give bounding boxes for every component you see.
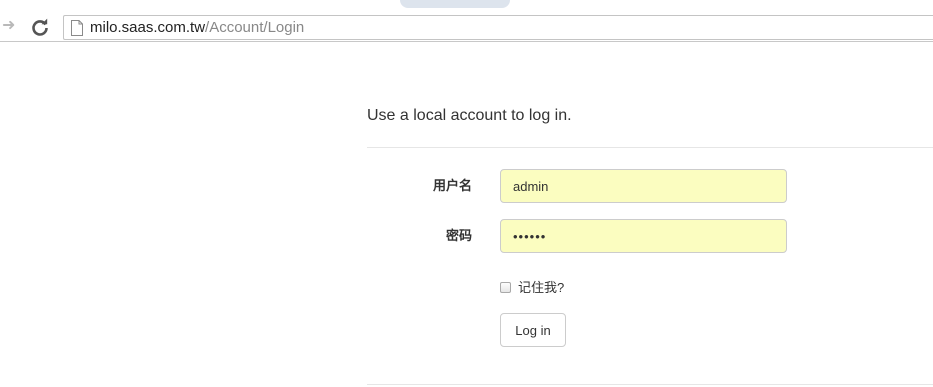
username-label: 用户名 xyxy=(432,178,472,193)
login-button[interactable]: Log in xyxy=(500,313,566,347)
remember-me-label[interactable]: 记住我? xyxy=(518,279,564,297)
remember-me-checkbox[interactable] xyxy=(500,282,511,293)
form-heading: Use a local account to log in. xyxy=(367,107,572,124)
password-label: 密码 xyxy=(445,228,472,243)
username-input[interactable] xyxy=(500,169,787,203)
divider-top xyxy=(367,147,933,148)
password-input[interactable] xyxy=(500,219,787,253)
login-page: Use a local account to log in. 用户名 密码 记住… xyxy=(0,0,933,387)
divider-bottom xyxy=(367,384,933,385)
